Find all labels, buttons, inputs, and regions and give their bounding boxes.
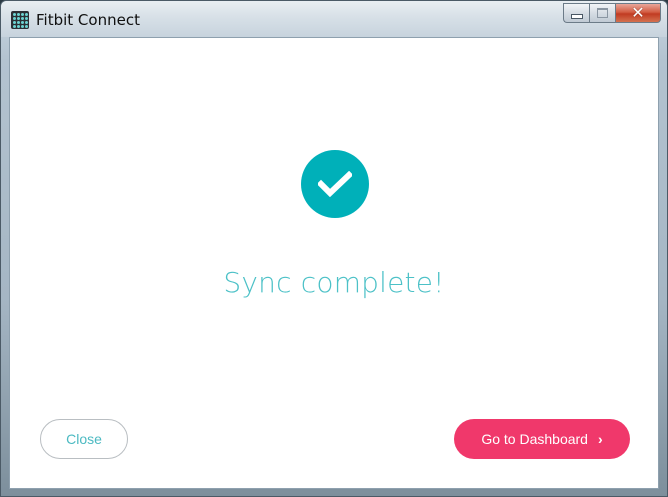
checkmark-icon	[318, 171, 352, 197]
maximize-button[interactable]	[589, 3, 615, 23]
fitbit-logo-icon	[11, 11, 29, 29]
chevron-right-icon: ›	[597, 431, 603, 447]
sync-status-message: Sync complete!	[223, 266, 445, 299]
window-controls: ✕	[563, 3, 661, 25]
success-badge	[301, 150, 369, 218]
minimize-icon	[570, 13, 583, 19]
maximize-icon	[597, 8, 608, 18]
title-bar[interactable]: Fitbit Connect ✕	[1, 1, 667, 37]
content-area: Sync complete! Close Go to Dashboard ›	[9, 37, 659, 489]
close-window-button[interactable]: ✕	[615, 3, 661, 23]
app-window: Fitbit Connect ✕ Sync complete! Close Go…	[0, 0, 668, 497]
window-title: Fitbit Connect	[36, 11, 140, 29]
minimize-button[interactable]	[563, 3, 589, 23]
go-to-dashboard-button[interactable]: Go to Dashboard ›	[454, 419, 630, 459]
close-button[interactable]: Close	[40, 419, 128, 459]
close-button-label: Close	[66, 431, 102, 447]
close-icon: ✕	[631, 3, 645, 22]
dashboard-button-label: Go to Dashboard	[481, 431, 588, 447]
